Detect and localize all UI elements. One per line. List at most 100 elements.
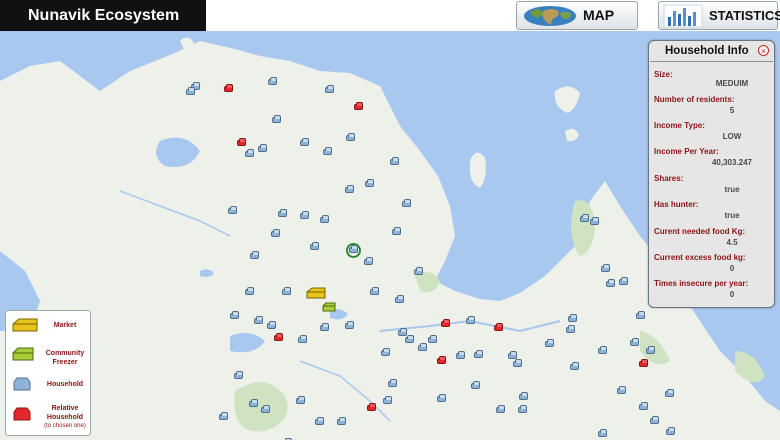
household-marker[interactable] bbox=[619, 277, 628, 285]
household-marker[interactable] bbox=[630, 338, 639, 346]
household-marker[interactable] bbox=[598, 346, 607, 354]
close-icon[interactable]: × bbox=[758, 45, 769, 56]
world-map-icon bbox=[524, 6, 576, 26]
household-marker[interactable] bbox=[300, 138, 309, 146]
household-marker[interactable] bbox=[570, 362, 579, 370]
household-marker[interactable] bbox=[261, 405, 270, 413]
relative-household-marker[interactable] bbox=[639, 359, 648, 367]
household-marker[interactable] bbox=[320, 215, 329, 223]
relative-household-marker[interactable] bbox=[354, 102, 363, 110]
household-marker[interactable] bbox=[268, 77, 277, 85]
household-marker[interactable] bbox=[636, 311, 645, 319]
household-marker[interactable] bbox=[466, 316, 475, 324]
household-marker[interactable] bbox=[346, 133, 355, 141]
household-marker[interactable] bbox=[282, 287, 291, 295]
household-marker[interactable] bbox=[568, 314, 577, 322]
household-marker[interactable] bbox=[402, 199, 411, 207]
relative-household-marker[interactable] bbox=[441, 319, 450, 327]
household-marker[interactable] bbox=[271, 229, 280, 237]
relative-household-marker[interactable] bbox=[367, 403, 376, 411]
household-marker[interactable] bbox=[617, 386, 626, 394]
household-marker[interactable] bbox=[398, 328, 407, 336]
household-marker[interactable] bbox=[250, 251, 259, 259]
household-marker[interactable] bbox=[337, 417, 346, 425]
household-marker[interactable] bbox=[323, 147, 332, 155]
household-marker[interactable] bbox=[646, 346, 655, 354]
household-marker[interactable] bbox=[245, 149, 254, 157]
selected-household-marker[interactable] bbox=[349, 245, 358, 253]
household-marker[interactable] bbox=[364, 257, 373, 265]
top-bar: Nunavik Ecosystem MAP STATISTICS bbox=[0, 0, 780, 31]
household-marker[interactable] bbox=[418, 343, 427, 351]
household-marker[interactable] bbox=[310, 242, 319, 250]
household-marker[interactable] bbox=[405, 335, 414, 343]
household-marker[interactable] bbox=[370, 287, 379, 295]
household-marker[interactable] bbox=[234, 371, 243, 379]
tab-statistics-label: STATISTICS bbox=[709, 8, 780, 23]
household-marker[interactable] bbox=[665, 389, 674, 397]
household-marker[interactable] bbox=[219, 412, 228, 420]
household-marker[interactable] bbox=[590, 217, 599, 225]
household-marker[interactable] bbox=[315, 417, 324, 425]
household-marker[interactable] bbox=[395, 295, 404, 303]
household-marker[interactable] bbox=[666, 427, 675, 435]
household-marker[interactable] bbox=[456, 351, 465, 359]
tab-statistics[interactable]: STATISTICS bbox=[658, 1, 780, 30]
household-marker[interactable] bbox=[258, 144, 267, 152]
household-marker[interactable] bbox=[254, 316, 263, 324]
household-marker[interactable] bbox=[513, 359, 522, 367]
household-marker[interactable] bbox=[580, 214, 589, 222]
household-marker[interactable] bbox=[296, 396, 305, 404]
household-marker[interactable] bbox=[566, 325, 575, 333]
legend-market-label: Market bbox=[53, 322, 77, 329]
household-marker[interactable] bbox=[471, 381, 480, 389]
tab-map[interactable]: MAP bbox=[516, 1, 638, 30]
household-marker[interactable] bbox=[639, 402, 648, 410]
size-value: MEDUIM bbox=[715, 79, 749, 88]
relative-household-marker[interactable] bbox=[224, 84, 233, 92]
excess-food-value: 0 bbox=[729, 264, 735, 273]
household-marker[interactable] bbox=[365, 179, 374, 187]
household-marker[interactable] bbox=[267, 321, 276, 329]
household-marker[interactable] bbox=[230, 311, 239, 319]
household-marker[interactable] bbox=[345, 185, 354, 193]
relative-household-marker[interactable] bbox=[274, 333, 283, 341]
household-marker[interactable] bbox=[300, 211, 309, 219]
household-marker[interactable] bbox=[381, 348, 390, 356]
household-marker[interactable] bbox=[345, 321, 354, 329]
household-marker[interactable] bbox=[606, 279, 615, 287]
household-marker[interactable] bbox=[650, 416, 659, 424]
household-marker[interactable] bbox=[272, 115, 281, 123]
household-marker[interactable] bbox=[545, 339, 554, 347]
household-marker[interactable] bbox=[428, 335, 437, 343]
household-marker[interactable] bbox=[598, 429, 607, 437]
household-marker[interactable] bbox=[186, 87, 195, 95]
relative-household-marker[interactable] bbox=[494, 323, 503, 331]
household-marker[interactable] bbox=[437, 394, 446, 402]
household-marker[interactable] bbox=[320, 323, 329, 331]
relative-household-marker[interactable] bbox=[237, 138, 246, 146]
household-marker[interactable] bbox=[601, 264, 610, 272]
needed-food-value: 4.5 bbox=[726, 238, 738, 247]
household-marker[interactable] bbox=[518, 405, 527, 413]
household-marker[interactable] bbox=[474, 350, 483, 358]
household-marker[interactable] bbox=[388, 379, 397, 387]
household-marker[interactable] bbox=[249, 399, 258, 407]
household-marker[interactable] bbox=[383, 396, 392, 404]
map-legend: Market Community Freezer Household Relat… bbox=[5, 310, 91, 436]
household-marker[interactable] bbox=[298, 335, 307, 343]
household-marker[interactable] bbox=[245, 287, 254, 295]
household-marker[interactable] bbox=[496, 405, 505, 413]
legend-freezer-line2: Freezer bbox=[52, 359, 78, 366]
household-marker[interactable] bbox=[519, 392, 528, 400]
household-marker[interactable] bbox=[278, 209, 287, 217]
household-marker[interactable] bbox=[392, 227, 401, 235]
household-marker[interactable] bbox=[414, 267, 423, 275]
household-marker[interactable] bbox=[228, 206, 237, 214]
community-freezer-marker[interactable] bbox=[322, 302, 336, 312]
relative-household-marker[interactable] bbox=[437, 356, 446, 364]
household-marker[interactable] bbox=[325, 85, 334, 93]
market-icon bbox=[12, 318, 38, 332]
market-marker[interactable] bbox=[306, 287, 326, 299]
household-marker[interactable] bbox=[390, 157, 399, 165]
